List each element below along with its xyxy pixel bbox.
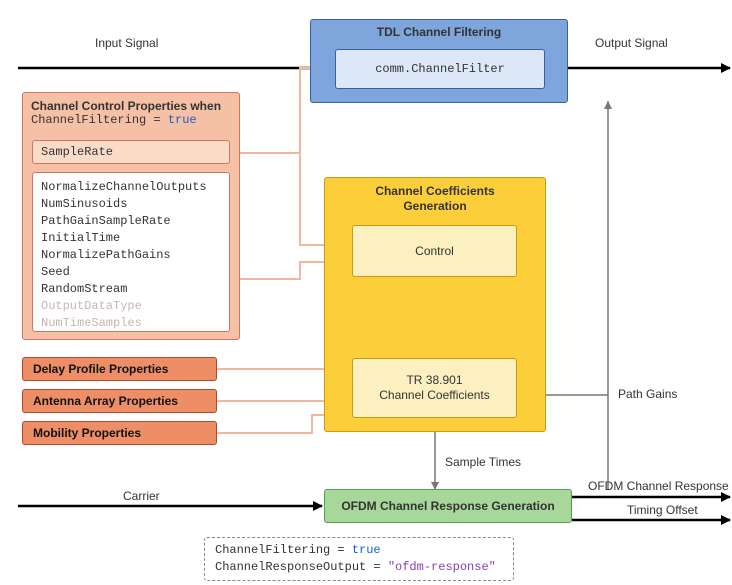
delay-profile-bar: Delay Profile Properties <box>22 357 217 381</box>
ccg-control-block: Control <box>352 225 517 277</box>
tdl-inner-text: comm.ChannelFilter <box>375 62 505 76</box>
label-output-signal: Output Signal <box>595 36 668 50</box>
prop-pathgain-samplerate: PathGainSampleRate <box>41 213 221 230</box>
tdl-inner-block: comm.ChannelFilter <box>335 49 545 89</box>
footer-code-box: ChannelFiltering = true ChannelResponseO… <box>204 537 514 581</box>
mobility-bar: Mobility Properties <box>22 421 217 445</box>
prop-normalize-pathgains: NormalizePathGains <box>41 247 221 264</box>
ccg-title: Channel Coefficients Generation <box>325 178 545 214</box>
prop-seed: Seed <box>41 264 221 281</box>
prop-random-stream: RandomStream <box>41 281 221 298</box>
property-list-box: NormalizeChannelOutputs NumSinusoids Pat… <box>32 172 230 332</box>
tdl-title: TDL Channel Filtering <box>311 20 567 39</box>
label-ofdm-response: OFDM Channel Response <box>588 479 729 493</box>
label-sample-times: Sample Times <box>445 455 521 469</box>
prop-initial-time: InitialTime <box>41 230 221 247</box>
arrow-pathgains-to-tdl <box>546 101 608 395</box>
prop-num-sinusoids: NumSinusoids <box>41 196 221 213</box>
ctrl-title: Channel Control Properties when <box>31 99 231 113</box>
diagram-canvas: Input Signal Output Signal TDL Channel F… <box>0 0 732 585</box>
antenna-array-bar: Antenna Array Properties <box>22 389 217 413</box>
ofdm-generation-block: OFDM Channel Response Generation <box>324 489 572 523</box>
footer-line-2: ChannelResponseOutput = "ofdm-response" <box>215 559 503 576</box>
samplerate-box: SampleRate <box>32 140 230 164</box>
prop-normalize-outputs: NormalizeChannelOutputs <box>41 179 221 196</box>
label-path-gains: Path Gains <box>618 387 677 401</box>
ccg-tr-block: TR 38.901 Channel Coefficients <box>352 358 517 418</box>
ctrl-subtitle: ChannelFiltering = true <box>31 113 231 127</box>
label-carrier: Carrier <box>123 489 160 503</box>
label-timing-offset: Timing Offset <box>627 503 698 517</box>
label-input-signal: Input Signal <box>95 36 158 50</box>
footer-line-1: ChannelFiltering = true <box>215 542 503 559</box>
prop-output-datatype: OutputDataType <box>41 298 221 315</box>
ccg-control-text: Control <box>415 244 454 258</box>
ccg-tr-text: TR 38.901 Channel Coefficients <box>379 373 490 403</box>
prop-num-timesamples: NumTimeSamples <box>41 315 221 332</box>
